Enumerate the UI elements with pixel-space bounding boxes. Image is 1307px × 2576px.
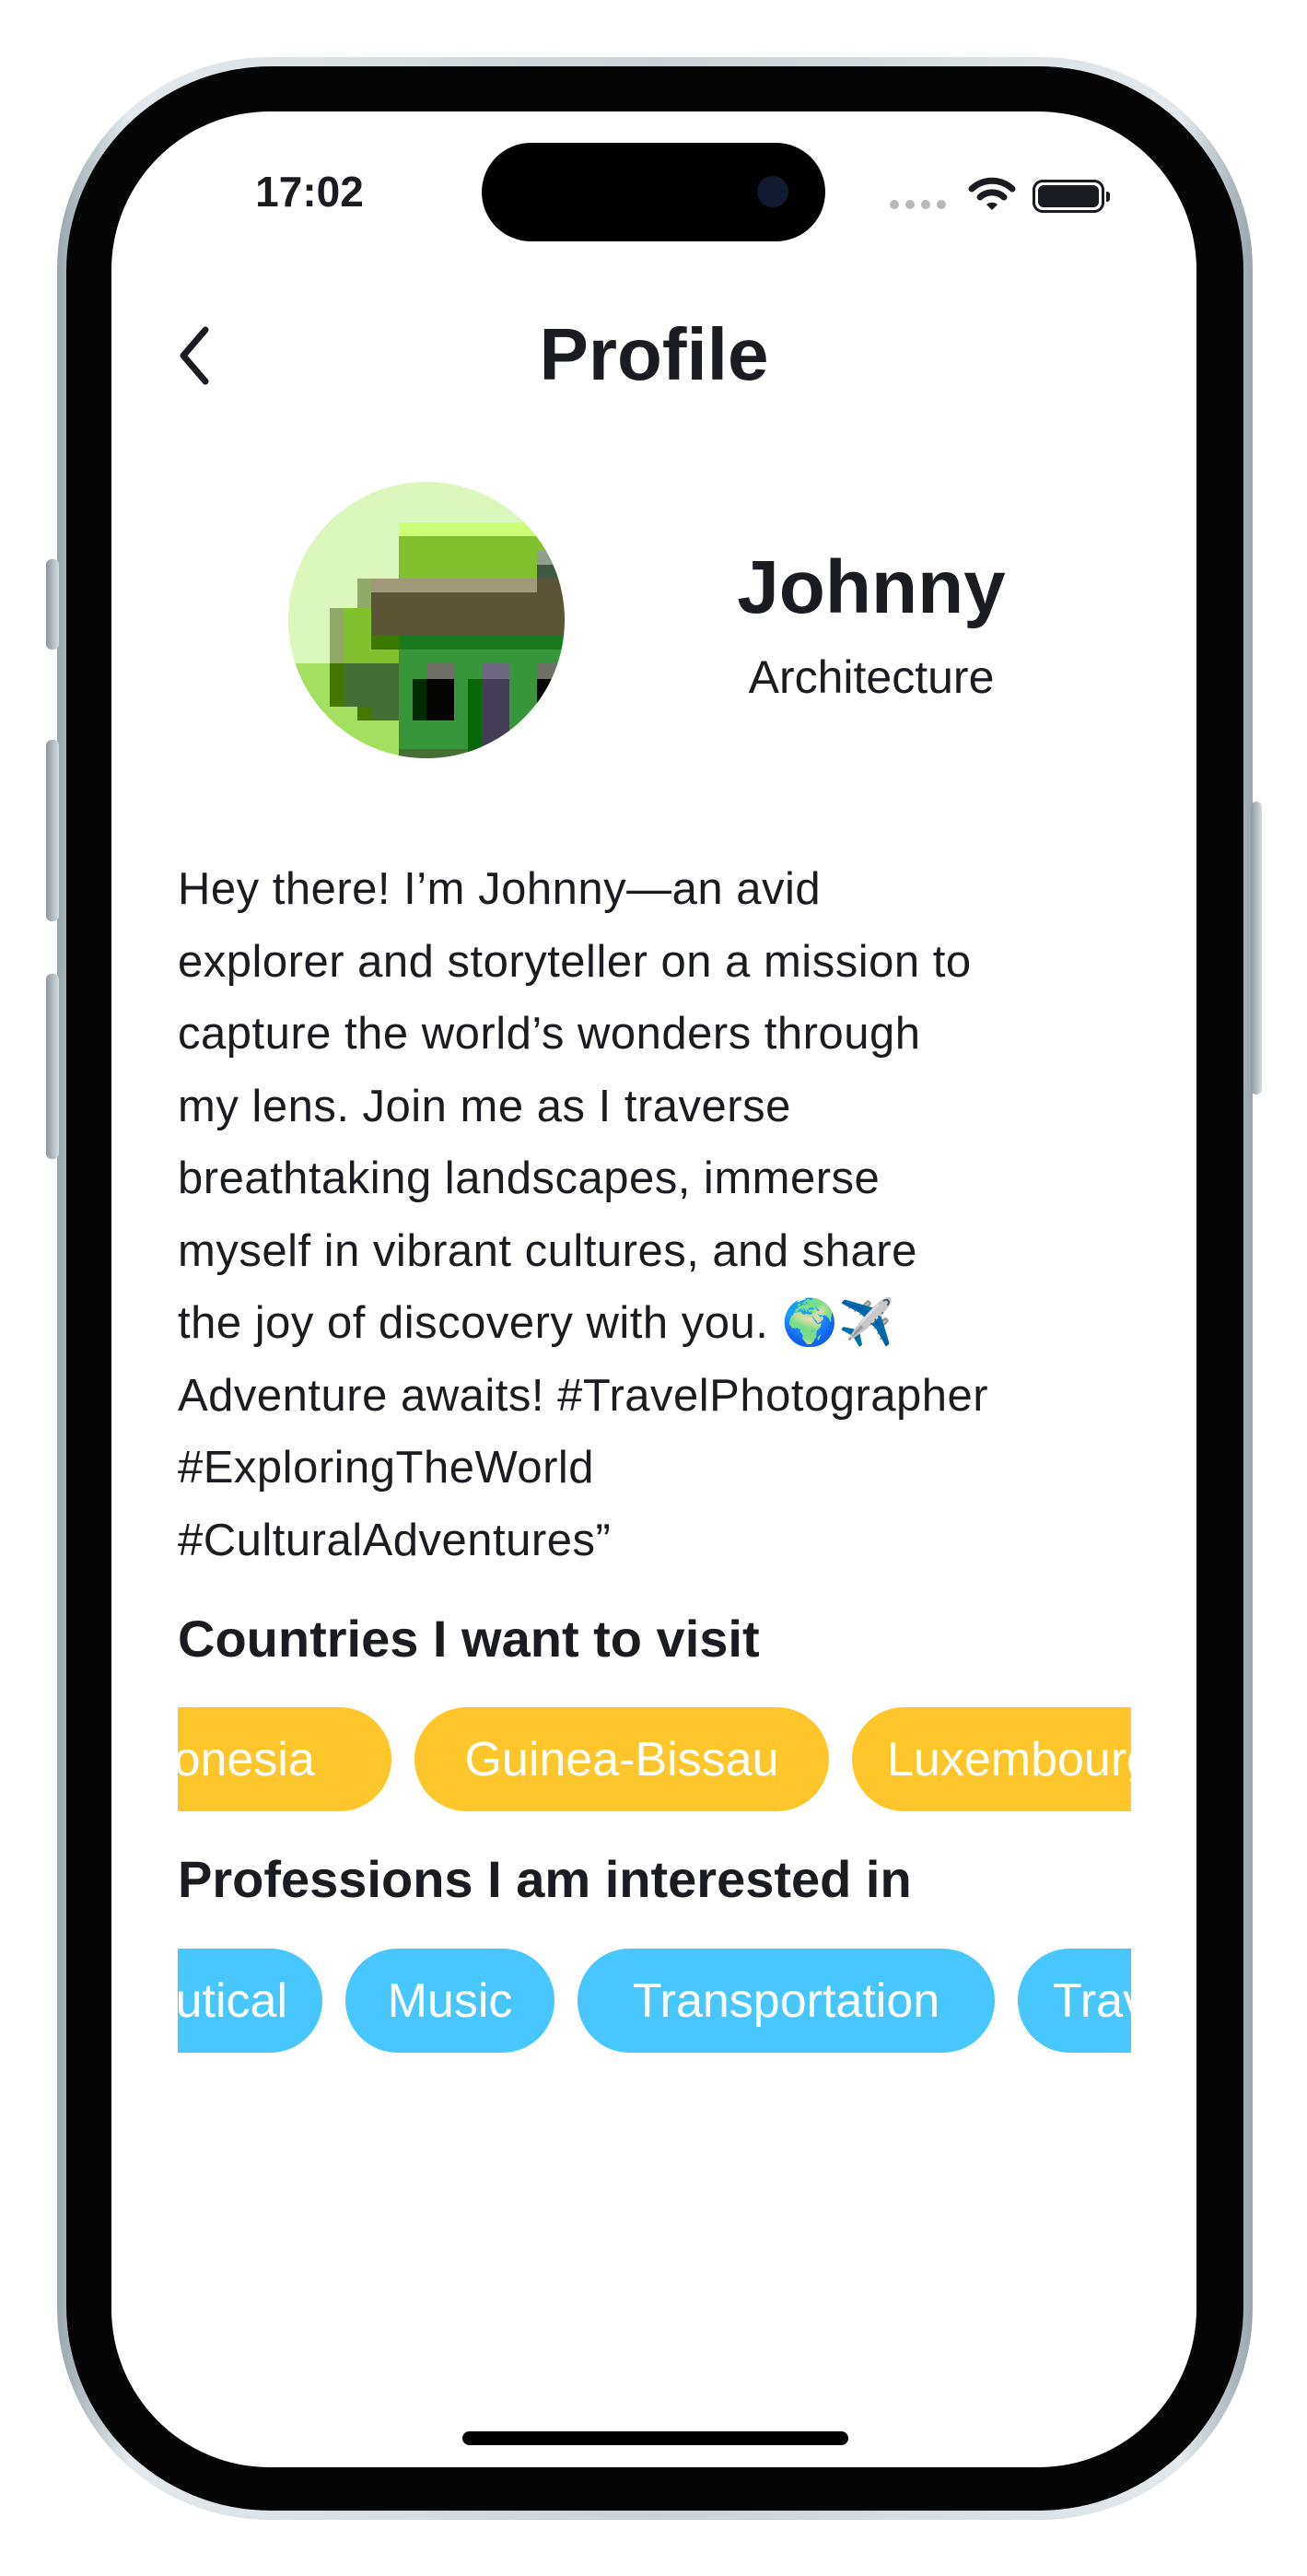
battery-icon <box>1033 180 1110 213</box>
action-button <box>46 559 59 650</box>
profile-name: Johnny <box>737 545 1006 629</box>
countries-chip-list[interactable]: Indonesia Guinea-Bissau Luxembourg <box>178 1707 1131 1811</box>
volume-up-button <box>46 740 59 921</box>
bio-line: the joy of discovery with you. 🌍✈️ <box>178 1298 895 1348</box>
bio-line: Hey there! I’m Johnny—an avid <box>178 864 822 914</box>
camera-icon <box>757 176 788 207</box>
professions-heading: Professions I am interested in <box>178 1850 912 1908</box>
profile-profession: Architecture <box>748 651 995 703</box>
country-chip[interactable]: Indonesia <box>178 1707 391 1811</box>
status-time: 17:02 <box>255 168 364 216</box>
home-indicator[interactable] <box>462 2431 848 2445</box>
power-button <box>1251 802 1262 1095</box>
bio-line: #CulturalAdventures” <box>178 1515 612 1565</box>
bio-line: myself in vibrant cultures, and share <box>178 1225 917 1276</box>
profession-chip[interactable]: Nautical <box>178 1949 322 2053</box>
wifi-icon <box>968 177 1016 210</box>
volume-down-button <box>46 974 59 1159</box>
profession-chip[interactable]: Travel <box>1018 1949 1131 2053</box>
screen: 17:02 Profile Johnny Architecture Hey th… <box>111 111 1196 2467</box>
bio-line: breathtaking landscapes, immerse <box>178 1153 881 1203</box>
countries-heading: Countries I want to visit <box>178 1610 760 1668</box>
bio-line: my lens. Join me as I traverse <box>178 1081 791 1131</box>
dynamic-island <box>482 143 825 241</box>
bio-line: #ExploringTheWorld <box>178 1443 595 1493</box>
bio-line: Adventure awaits! #TravelPhotographer <box>178 1370 989 1421</box>
profession-chip[interactable]: Music <box>345 1949 554 2053</box>
bio-line: explorer and storyteller on a mission to <box>178 936 972 987</box>
cellular-signal-icon <box>890 200 946 209</box>
avatar[interactable] <box>288 482 565 758</box>
professions-chip-list[interactable]: Nautical Music Transportation Travel <box>178 1949 1131 2053</box>
page-title: Profile <box>539 313 769 395</box>
country-chip[interactable]: Luxembourg <box>852 1707 1131 1811</box>
profession-chip[interactable]: Transportation <box>578 1949 995 2053</box>
bio-line: capture the world’s wonders through <box>178 1009 921 1059</box>
bio-text: Hey there! I’m Johnny—an avid explorer a… <box>178 853 988 1576</box>
country-chip[interactable]: Guinea-Bissau <box>414 1707 829 1811</box>
